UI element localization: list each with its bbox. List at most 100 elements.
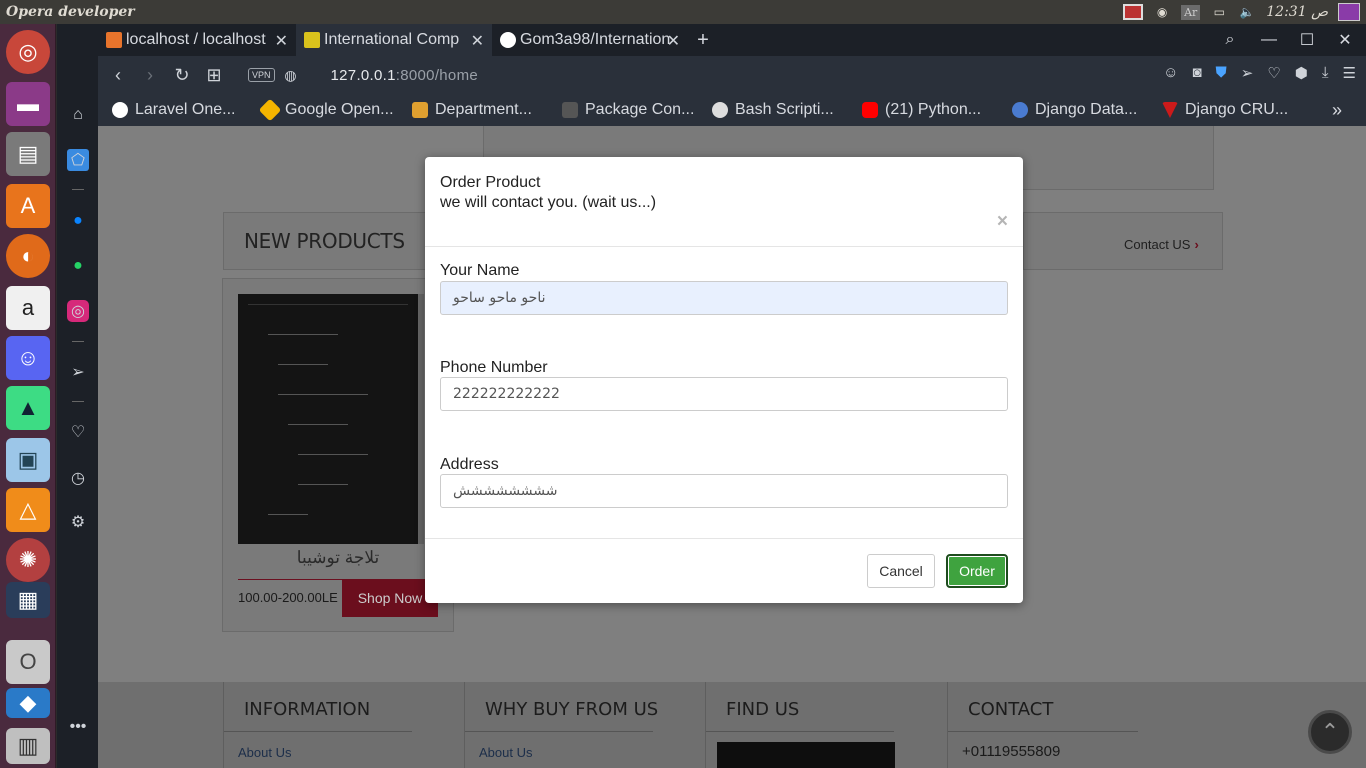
forward-arrow-icon[interactable]: › [134, 60, 166, 90]
vpn-badge[interactable]: VPN [248, 68, 275, 82]
vlc-icon[interactable]: △ [6, 488, 50, 532]
vscode-icon[interactable]: ◆ [6, 688, 50, 718]
instagram-icon[interactable]: ◎ [67, 300, 89, 322]
tab-bar: localhost / localhost ✕ International Co… [98, 24, 1366, 56]
phpmyadmin-favicon-icon [106, 32, 122, 48]
close-icon[interactable]: × [997, 211, 1008, 233]
send-icon[interactable]: ➢ [67, 361, 89, 383]
volume-icon[interactable]: 🔈 [1238, 4, 1256, 20]
heart-icon[interactable]: ♡ [1267, 64, 1280, 82]
tab-github[interactable]: Gom3a98/International ✕ [492, 24, 688, 56]
order-button[interactable]: Order [946, 554, 1008, 588]
sidebar-divider [72, 401, 84, 402]
more-options-icon[interactable]: ••• [67, 716, 89, 738]
modal-subtitle: we will contact you. (wait us...) [440, 194, 657, 211]
screen-line [268, 334, 338, 335]
virtualbox-icon[interactable]: ▣ [6, 438, 50, 482]
messenger-icon[interactable]: ● [67, 210, 89, 232]
scroll-to-top-icon[interactable]: ⌃ [1308, 710, 1352, 754]
close-tab-icon[interactable]: ✕ [471, 31, 484, 51]
search-tabs-icon[interactable]: ⌕ [1211, 24, 1249, 56]
tab-grid-icon[interactable]: ⊞ [198, 60, 230, 90]
address-field[interactable]: شششششششش [440, 474, 1008, 508]
easy-setup-icon[interactable]: ☰ [1343, 64, 1356, 82]
bookmark-label: Department... [435, 101, 532, 118]
download-icon[interactable]: ⤓ [1322, 64, 1329, 82]
bookmark-item[interactable]: (21) Python... [862, 101, 991, 119]
close-tab-icon[interactable]: ✕ [275, 31, 288, 51]
cancel-button[interactable]: Cancel [867, 554, 935, 588]
send-icon[interactable]: ➢ [1241, 64, 1254, 82]
bookmark-item[interactable]: Bash Scripti... [712, 101, 841, 119]
wallet-cube-icon[interactable]: ⬢ [1295, 64, 1308, 82]
tab-label: International Comp [324, 31, 460, 48]
opera-icon[interactable]: O [6, 640, 50, 684]
broadcast-icon[interactable]: ◉ [1153, 4, 1171, 20]
bookmark-item[interactable]: Department... [412, 101, 541, 119]
screen-recorder-icon[interactable] [1123, 4, 1144, 20]
ubuntu-dash-icon[interactable]: ◎ [6, 30, 50, 74]
adblock-shield-icon[interactable]: ⛊ [1216, 64, 1227, 82]
history-clock-icon[interactable]: ◷ [67, 467, 89, 489]
software-center-icon[interactable]: A [6, 184, 50, 228]
web-browser-icon[interactable]: ✺ [6, 538, 50, 582]
clock[interactable]: 12:31 ص [1266, 4, 1328, 20]
file-manager-icon[interactable]: ▤ [6, 132, 50, 176]
shop-now-button[interactable]: Shop Now [342, 579, 438, 617]
bookmark-favicon-icon [712, 102, 728, 118]
product-price: 100.00-200.00LE [238, 590, 338, 605]
screen-line [268, 514, 308, 515]
home-icon[interactable]: ⌂ [67, 104, 89, 126]
close-tab-icon[interactable]: ✕ [667, 31, 680, 51]
reload-icon[interactable]: ↻ [166, 60, 198, 90]
battery-icon[interactable]: ▭ [1210, 4, 1228, 20]
footer-col-find-us: FIND US [705, 682, 947, 768]
bookmark-label: Django CRU... [1185, 101, 1289, 118]
firefox-icon[interactable]: ◐ [6, 234, 50, 278]
footer-underline [465, 731, 653, 732]
footer-title: CONTACT [968, 699, 1054, 720]
app-stack-icon[interactable]: ▦ [6, 582, 50, 618]
android-studio-icon[interactable]: ▲ [6, 386, 50, 430]
product-name[interactable]: تلاجة توشيبا [238, 548, 438, 568]
back-arrow-icon[interactable]: ‹ [102, 60, 134, 90]
footer-title: FIND US [726, 699, 800, 720]
bookmark-item[interactable]: Package Con... [562, 101, 694, 119]
bookmark-item[interactable]: Django CRU... [1162, 101, 1291, 119]
url-field[interactable]: 127.0.0.1:8000/home [331, 67, 479, 84]
about-us-link[interactable]: About Us [238, 745, 291, 760]
emoji-icon[interactable]: ☺ [1163, 64, 1178, 82]
maximize-icon[interactable]: ☐ [1288, 24, 1326, 56]
tab-phpmyadmin[interactable]: localhost / localhost ✕ [98, 24, 296, 56]
minimize-icon[interactable]: — [1250, 24, 1288, 56]
tab-international-comp[interactable]: International Comp ✕ [296, 24, 492, 56]
snapshot-camera-icon[interactable]: ◙ [1192, 64, 1201, 82]
bookmarks-overflow-icon[interactable]: » [1332, 100, 1342, 121]
bookmarks-heart-icon[interactable]: ♡ [67, 421, 89, 443]
bookmark-favicon-icon [1162, 102, 1178, 118]
discord-icon[interactable]: ☺ [6, 336, 50, 380]
speed-dial-icon[interactable]: ⬠ [67, 149, 89, 171]
name-field[interactable]: ناحو ماحو ساحو [440, 281, 1008, 315]
contact-us-link[interactable]: Contact US › [1124, 237, 1199, 252]
new-tab-plus-icon[interactable]: + [688, 24, 718, 56]
screen-line [278, 364, 328, 365]
bookmark-item[interactable]: Laravel One... [112, 101, 241, 119]
bookmark-item[interactable]: Django Data... [1012, 101, 1141, 119]
system-tray: ◉ Ar ▭ 🔈 12:31 ص [1123, 0, 1366, 24]
session-icon[interactable] [1338, 3, 1360, 21]
bookmark-item[interactable]: Google Open... [258, 98, 394, 122]
whatsapp-icon[interactable]: ● [67, 255, 89, 277]
phone-field[interactable]: 222222222222 [440, 377, 1008, 411]
amazon-icon[interactable]: a [6, 286, 50, 330]
settings-gear-icon[interactable]: ⚙ [67, 511, 89, 533]
address-bar-row: ‹ › ↻ ⊞ VPN ◍ 127.0.0.1:8000/home ☺ ◙ ⛊ … [98, 56, 1366, 94]
map-embed[interactable] [717, 742, 895, 768]
close-window-icon[interactable]: ✕ [1326, 24, 1364, 56]
product-image[interactable] [238, 294, 424, 544]
keyboard-layout-indicator[interactable]: Ar [1181, 4, 1201, 20]
workspace-switcher-icon[interactable]: ▬ [6, 82, 50, 126]
trash-icon[interactable]: ▥ [6, 728, 50, 764]
footer: INFORMATION About Us WHY BUY FROM US Abo… [98, 682, 1366, 768]
about-us-link[interactable]: About Us [479, 745, 532, 760]
